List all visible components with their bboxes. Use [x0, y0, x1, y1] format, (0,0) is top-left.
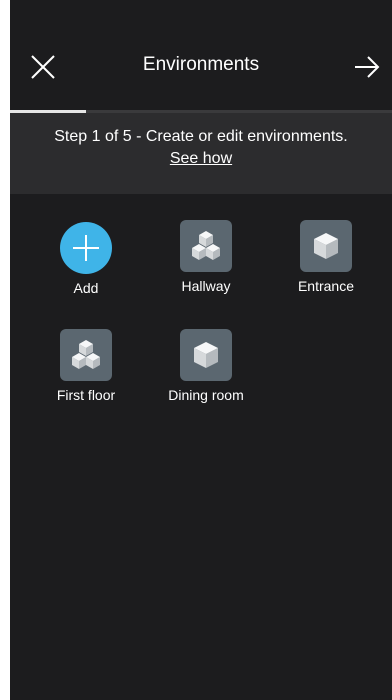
environment-item-hallway[interactable]: Hallway	[146, 220, 266, 295]
environment-label: First floor	[56, 387, 116, 403]
environment-item-entrance[interactable]: Entrance	[266, 220, 386, 295]
environment-item-first-floor[interactable]: First floor	[26, 329, 146, 404]
plus-icon	[60, 222, 112, 274]
environment-item-dining-room[interactable]: Dining room	[146, 329, 266, 404]
cube-icon	[300, 220, 352, 272]
step-banner: Step 1 of 5 - Create or edit environment…	[10, 113, 392, 194]
environments-screen: Environments Step 1 of 5 - Create or edi…	[10, 0, 392, 700]
add-environment-button[interactable]: Add	[26, 222, 146, 297]
cubes-icon	[180, 220, 232, 272]
top-bar: Environments	[10, 0, 392, 110]
environment-label: Add	[73, 280, 99, 296]
see-how-link[interactable]: See how	[170, 149, 232, 169]
environment-label: Hallway	[181, 278, 231, 294]
environment-label: Dining room	[168, 387, 244, 403]
arrow-right-icon[interactable]	[352, 52, 382, 82]
step-text: Step 1 of 5 - Create or edit environment…	[54, 128, 348, 145]
cube-icon	[180, 329, 232, 381]
page-title: Environments	[142, 54, 260, 75]
environment-label: Entrance	[297, 278, 355, 294]
cubes-icon	[60, 329, 112, 381]
